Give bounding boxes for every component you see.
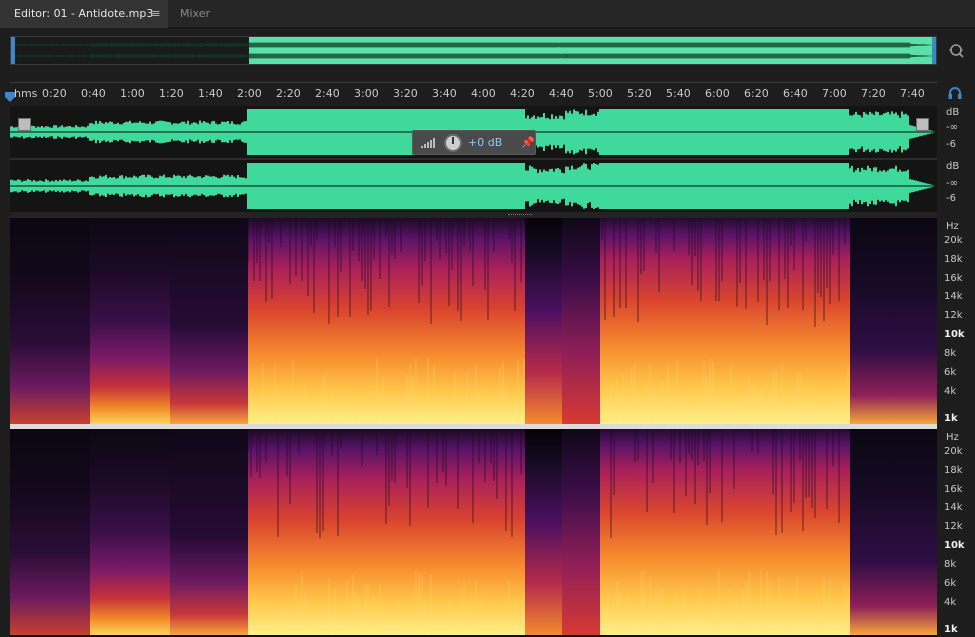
- overview-navigator[interactable]: [10, 36, 937, 65]
- ruler-tick-label: 5:20: [627, 87, 652, 100]
- frequency-scale-top: Hz 20k 18k 16k 14k 12k 10k 8k 6k 4k 1k: [940, 218, 975, 424]
- panel-tab-bar: Editor: 01 - Antidote.mp3 ≡ Mixer: [0, 0, 975, 28]
- ruler-tick-label: 7:00: [822, 87, 847, 100]
- spectrogram-right-channel: [10, 429, 937, 635]
- amplitude-hud[interactable]: +0 dB 📌: [412, 130, 536, 155]
- pin-icon[interactable]: 📌: [521, 136, 535, 149]
- hz-unit-label: Hz: [946, 432, 959, 443]
- amplitude-value[interactable]: +0 dB: [468, 136, 502, 149]
- ruler-tick-label: 1:20: [159, 87, 184, 100]
- hz-tick-label: 4k: [944, 597, 957, 608]
- hz-tick-label: 1k: [944, 624, 958, 635]
- spectrogram-bright-streaks: [250, 358, 849, 424]
- hz-tick-label: 1k: [944, 413, 958, 424]
- channel-divider: [10, 158, 937, 160]
- overview-right-waveform: [14, 53, 932, 59]
- ruler-tick-label: 4:40: [549, 87, 574, 100]
- ruler-tick-label: 5:40: [666, 87, 691, 100]
- hz-tick-label: 12k: [944, 521, 963, 532]
- ruler-tick-label: 2:20: [276, 87, 301, 100]
- ruler-tick-label: 4:00: [471, 87, 496, 100]
- overview-waveform: [14, 37, 934, 64]
- overview-left-handle[interactable]: [11, 37, 15, 64]
- hz-tick-label: 6k: [944, 367, 957, 378]
- ruler-tick-label: 3:00: [354, 87, 379, 100]
- spectrogram-texture: [247, 429, 849, 635]
- frequency-scale-bottom: Hz 20k 18k 16k 14k 12k 10k 8k 6k 4k 1k: [940, 429, 975, 635]
- hz-tick-label: 14k: [944, 291, 963, 302]
- amplitude-knob[interactable]: [444, 134, 462, 152]
- hz-tick-label: 8k: [944, 348, 957, 359]
- tab-mixer-label: Mixer: [180, 7, 211, 20]
- ruler-tick-label: 6:40: [783, 87, 808, 100]
- db-label-top: dB: [946, 107, 960, 118]
- db-inf-top: -∞: [946, 122, 958, 133]
- tab-editor-label: Editor: 01 - Antidote.mp3: [14, 7, 154, 20]
- fade-in-handle[interactable]: [18, 118, 31, 131]
- tab-mixer[interactable]: Mixer: [168, 0, 238, 28]
- tab-menu-icon[interactable]: ≡: [149, 0, 163, 28]
- hz-tick-label: 20k: [944, 235, 963, 246]
- hz-tick-label: 6k: [944, 578, 957, 589]
- spectrogram-dark-streaks: [247, 218, 846, 327]
- ruler-tick-label: 3:20: [393, 87, 418, 100]
- audition-editor-window: Editor: 01 - Antidote.mp3 ≡ Mixer hms 0:…: [0, 0, 975, 637]
- splitter-grip[interactable]: [508, 214, 532, 216]
- ruler-tick-label: 6:20: [744, 87, 769, 100]
- db-minus6-top: -6: [946, 139, 956, 150]
- db-scale: dB -∞ -6 dB -∞ -6: [940, 106, 975, 212]
- ruler-tick-label: 1:40: [198, 87, 223, 100]
- ruler-tick-label: 0:20: [42, 87, 67, 100]
- hz-tick-label: 18k: [944, 254, 963, 265]
- ruler-tick-label: 4:20: [510, 87, 535, 100]
- hz-tick-label: 10k: [944, 329, 965, 340]
- ruler-tick-label: 2:00: [237, 87, 262, 100]
- fade-out-handle[interactable]: [916, 118, 929, 131]
- ruler-tick-label: 3:40: [432, 87, 457, 100]
- db-label-bottom: dB: [946, 161, 960, 172]
- hz-unit-label: Hz: [946, 221, 959, 232]
- ruler-tick-label: 5:00: [588, 87, 613, 100]
- headphones-icon[interactable]: [947, 86, 963, 100]
- zoom-icon[interactable]: [946, 41, 966, 61]
- db-minus6-bottom: -6: [946, 193, 956, 204]
- playhead-marker[interactable]: [5, 92, 15, 102]
- hz-tick-label: 18k: [944, 465, 963, 476]
- hz-tick-label: 12k: [944, 310, 963, 321]
- ruler-tick-label: 2:40: [315, 87, 340, 100]
- overview-left-waveform: [14, 42, 932, 48]
- db-inf-bottom: -∞: [946, 178, 958, 189]
- ruler-tick-label: 6:00: [705, 87, 730, 100]
- time-ruler[interactable]: hms 0:20 0:40 1:00 1:20 1:40 2:00 2:20 2:40 3:00…: [10, 82, 937, 103]
- volume-meter-icon: [421, 138, 435, 148]
- ruler-tick-label: 7:20: [861, 87, 886, 100]
- waveform-display[interactable]: [10, 106, 937, 212]
- spectrogram-bright-streaks: [253, 569, 849, 635]
- ruler-tick-label: 7:40: [900, 87, 925, 100]
- hz-tick-label: 16k: [944, 484, 963, 495]
- spectral-frequency-display[interactable]: [10, 218, 937, 637]
- spectrogram-texture: [247, 218, 849, 424]
- overview-right-handle[interactable]: [932, 37, 936, 64]
- tab-editor[interactable]: Editor: 01 - Antidote.mp3: [0, 0, 168, 28]
- ruler-tick-label: 1:00: [120, 87, 145, 100]
- hz-tick-label: 10k: [944, 540, 965, 551]
- spectrogram-left-channel: [10, 218, 937, 424]
- hz-tick-label: 20k: [944, 446, 963, 457]
- hz-tick-label: 14k: [944, 502, 963, 513]
- ruler-unit: hms: [14, 87, 38, 100]
- ruler-tick-label: 0:40: [81, 87, 106, 100]
- overview-visible-range[interactable]: [249, 37, 934, 64]
- hz-tick-label: 4k: [944, 386, 957, 397]
- hz-tick-label: 16k: [944, 273, 963, 284]
- spectrogram-dark-streaks: [247, 429, 840, 538]
- hz-tick-label: 8k: [944, 559, 957, 570]
